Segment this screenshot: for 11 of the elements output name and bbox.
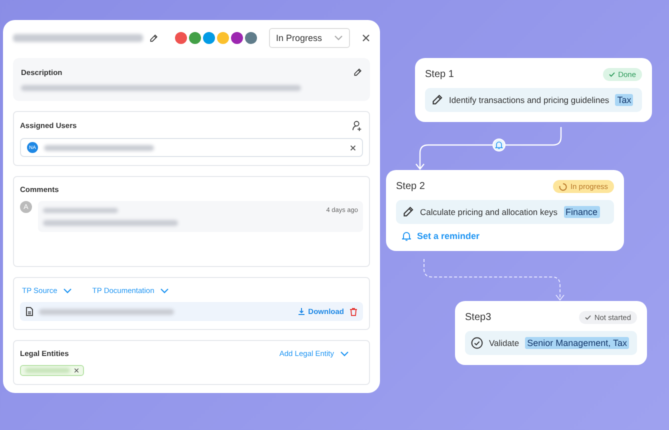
team-tag: Senior Management, Tax: [525, 337, 629, 349]
step-title: Step 1: [425, 69, 454, 80]
set-reminder-link[interactable]: Set a reminder: [396, 231, 614, 241]
team-tag: Tax: [615, 94, 634, 106]
step-title: Step3: [465, 312, 492, 323]
step-title: Step 2: [396, 181, 425, 192]
task-text: Validate: [489, 338, 520, 348]
task-text: Calculate pricing and allocation keys: [420, 207, 558, 217]
team-tag: Finance: [564, 206, 600, 218]
task-text: Identify transactions and pricing guidelines: [449, 95, 610, 105]
status-select[interactable]: In Progress: [268, 28, 350, 48]
